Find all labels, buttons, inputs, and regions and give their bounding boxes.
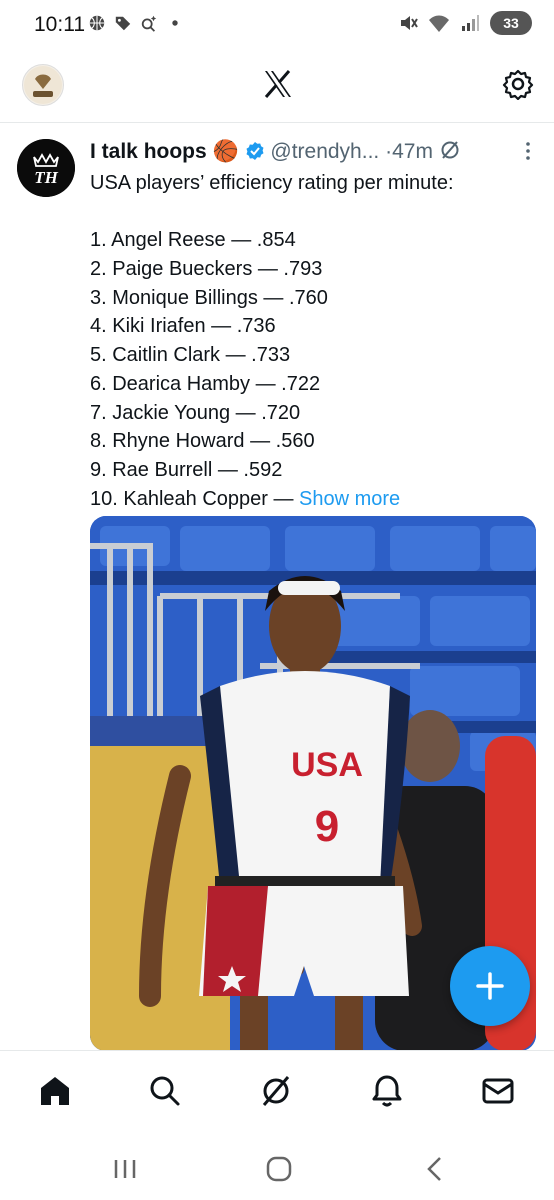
verified-badge-icon (246, 142, 264, 160)
list-item-last: 10. Kahleah Copper — Show more (90, 485, 540, 514)
compose-fab[interactable] (450, 946, 530, 1026)
grok-nav-icon[interactable] (258, 1073, 294, 1109)
x-logo-icon[interactable] (262, 68, 294, 100)
battery-indicator: 33 (490, 11, 532, 35)
bottom-navigation (0, 1050, 554, 1135)
list-item: 2. Paige Bueckers — .793 (90, 258, 323, 281)
last-item-text: 10. Kahleah Copper — (90, 487, 300, 510)
system-navigation-bar (0, 1134, 554, 1200)
app-top-bar (0, 52, 554, 123)
tweet-intro: USA players’ efficiency rating per minut… (90, 172, 454, 194)
list-item: 6. Dearica Hamby — .722 (90, 372, 321, 395)
status-bar: 10:11 33 (0, 0, 554, 52)
jersey-number: 9 (315, 802, 339, 851)
tweet-time[interactable]: 47m (392, 140, 433, 163)
list-item: 5. Caitlin Clark — .733 (90, 344, 291, 367)
notifications-icon[interactable] (369, 1073, 405, 1109)
gear-icon[interactable] (502, 68, 534, 100)
avatar-monogram: TH (34, 168, 58, 187)
plus-icon (476, 972, 504, 1000)
signal-icon (462, 15, 479, 31)
grok-icon[interactable] (439, 139, 461, 161)
user-avatar-image (24, 66, 62, 104)
list-item: 4. Kiki Iriafen — .736 (90, 315, 276, 338)
tweet-header: I talk hoops 🏀 @trendyh... ·47m (90, 139, 540, 167)
mute-icon (401, 16, 418, 30)
list-item: 3. Monique Billings — .760 (90, 286, 328, 309)
status-system-icons: 33 (398, 11, 532, 35)
basketball-emoji: 🏀 (212, 140, 239, 163)
list-item: 1. Angel Reese — .854 (90, 229, 296, 252)
status-notification-icons (88, 14, 184, 32)
jersey-text: USA (291, 746, 363, 784)
th-logo-icon: TH (17, 139, 75, 197)
status-time: 10:11 (34, 13, 85, 36)
author-avatar[interactable]: TH (17, 139, 75, 197)
user-avatar[interactable] (22, 64, 64, 106)
tag-icon (115, 16, 131, 31)
list-item: 9. Rae Burrell — .592 (90, 458, 283, 481)
sparkle-search-icon (141, 15, 157, 32)
dot-icon (172, 20, 178, 26)
search-icon[interactable] (147, 1073, 183, 1109)
author-name[interactable]: I talk hoops (90, 140, 207, 163)
author-handle[interactable]: @trendyh... (270, 140, 379, 163)
more-options-icon[interactable] (524, 141, 532, 161)
show-more-link[interactable]: Show more (299, 488, 400, 510)
back-icon[interactable] (420, 1154, 450, 1184)
messages-icon[interactable] (480, 1073, 516, 1109)
basketball-icon (89, 15, 105, 31)
wifi-icon (429, 15, 449, 32)
home-button-icon[interactable] (264, 1154, 294, 1184)
tweet-text: USA players’ efficiency rating per minut… (90, 169, 540, 513)
list-item: 7. Jackie Young — .720 (90, 401, 301, 424)
home-icon[interactable] (37, 1073, 73, 1109)
recent-apps-icon[interactable] (110, 1154, 140, 1184)
list-item: 8. Rhyne Howard — .560 (90, 430, 315, 453)
